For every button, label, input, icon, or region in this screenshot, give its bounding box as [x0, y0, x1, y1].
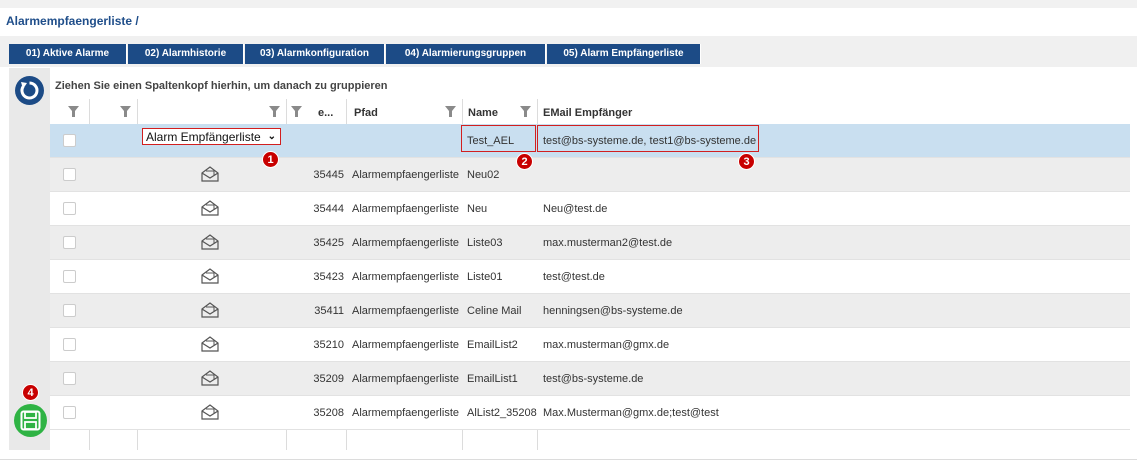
row-name: AlList2_35208 — [467, 407, 537, 419]
row-checkbox[interactable] — [63, 236, 76, 249]
tab-alarmkonfiguration[interactable]: 03) Alarmkonfiguration — [245, 44, 385, 64]
group-by-hint[interactable]: Ziehen Sie einen Spaltenkopf hierhin, um… — [55, 80, 388, 92]
row-email: max.musterman@gmx.de — [543, 339, 670, 351]
row-name: Neu02 — [467, 169, 500, 181]
row-path: Alarmempfaengerliste — [352, 305, 459, 317]
envelope-icon[interactable] — [200, 267, 220, 285]
tab-alarm-empfaengerliste[interactable]: 05) Alarm Empfängerliste — [547, 44, 701, 64]
row-id: 35411 — [314, 305, 344, 317]
table-row[interactable]: 35425 Alarmempfaengerliste Liste03 max.m… — [50, 226, 1130, 260]
filter-icon[interactable] — [291, 106, 302, 117]
row-checkbox[interactable] — [63, 304, 76, 317]
row-path: Alarmempfaengerliste — [352, 407, 459, 419]
row-name: EmailList2 — [467, 339, 518, 351]
row-email: max.musterman2@test.de — [543, 237, 673, 249]
filter-icon[interactable] — [120, 106, 131, 117]
refresh-icon — [20, 81, 39, 100]
annotation-badge-4: 4 — [22, 384, 39, 401]
row-checkbox[interactable] — [63, 168, 76, 181]
row-name: EmailList1 — [467, 373, 518, 385]
filter-icon[interactable] — [269, 106, 280, 117]
highlight-email — [537, 125, 759, 152]
table-row[interactable]: 35445 Alarmempfaengerliste Neu02 — [50, 158, 1130, 192]
row-path: Alarmempfaengerliste — [352, 339, 459, 351]
envelope-icon[interactable] — [200, 369, 220, 387]
table-row[interactable]: 35411 Alarmempfaengerliste Celine Mail h… — [50, 294, 1130, 328]
row-name: Neu — [467, 203, 488, 215]
save-button[interactable] — [14, 404, 47, 437]
row-id: 35444 — [313, 203, 344, 215]
highlight-name — [461, 125, 536, 152]
envelope-icon[interactable] — [200, 403, 220, 421]
row-email: test@test.de — [543, 271, 605, 283]
column-header-path[interactable]: Pfad — [354, 107, 378, 119]
row-checkbox[interactable] — [63, 338, 76, 351]
table-row[interactable]: 35208 Alarmempfaengerliste AlList2_35208… — [50, 396, 1130, 430]
column-header-name[interactable]: Name — [468, 107, 498, 119]
filter-icon[interactable] — [520, 106, 531, 117]
chevron-down-icon: ⌄ — [267, 131, 276, 142]
table-row[interactable]: 35209 Alarmempfaengerliste EmailList1 te… — [50, 362, 1130, 396]
row-checkbox[interactable] — [63, 270, 76, 283]
breadcrumb[interactable]: Alarmempfaengerliste / — [6, 14, 139, 28]
column-header-id[interactable]: e... — [318, 107, 333, 119]
row-checkbox[interactable] — [63, 202, 76, 215]
envelope-icon[interactable] — [200, 199, 220, 217]
tab-aktive-alarme[interactable]: 01) Aktive Alarme — [9, 44, 127, 64]
envelope-icon[interactable] — [200, 335, 220, 353]
envelope-icon[interactable] — [200, 233, 220, 251]
row-email: Max.Musterman@gmx.de;test@test — [543, 407, 719, 419]
refresh-button[interactable] — [15, 76, 44, 105]
row-path: Alarmempfaengerliste — [352, 271, 459, 283]
row-path: Alarmempfaengerliste — [352, 169, 459, 181]
row-path: Alarmempfaengerliste — [352, 237, 459, 249]
tab-alarmhistorie[interactable]: 02) Alarmhistorie — [128, 44, 244, 64]
tab-alarmierungsgruppen[interactable]: 04) Alarmierungsgruppen — [386, 44, 546, 64]
top-strip — [0, 0, 1137, 8]
table-row[interactable]: 35210 Alarmempfaengerliste EmailList2 ma… — [50, 328, 1130, 362]
row-email: henningsen@bs-systeme.de — [543, 305, 683, 317]
row-id: 35208 — [313, 407, 344, 419]
filter-icon[interactable] — [68, 106, 79, 117]
type-select-value: Alarm Empfängerliste — [146, 130, 261, 144]
annotation-badge-2: 2 — [516, 153, 533, 170]
table-row[interactable]: 35423 Alarmempfaengerliste Liste01 test@… — [50, 260, 1130, 294]
bottom-divider — [0, 459, 1137, 460]
row-id: 35423 — [313, 271, 344, 283]
row-id: 35209 — [313, 373, 344, 385]
row-email: test@bs-systeme.de — [543, 373, 644, 385]
row-name: Liste01 — [467, 271, 503, 283]
filter-icon[interactable] — [445, 106, 456, 117]
row-path: Alarmempfaengerliste — [352, 203, 459, 215]
row-path: Alarmempfaengerliste — [352, 373, 459, 385]
envelope-icon[interactable] — [200, 301, 220, 319]
annotation-badge-3: 3 — [738, 153, 755, 170]
envelope-icon[interactable] — [200, 165, 220, 183]
column-header-email[interactable]: EMail Empfänger — [543, 107, 632, 119]
row-id: 35210 — [313, 339, 344, 351]
row-id: 35445 — [313, 169, 344, 181]
table-row[interactable]: 35444 Alarmempfaengerliste Neu Neu@test.… — [50, 192, 1130, 226]
annotation-badge-1: 1 — [262, 151, 279, 168]
row-name: Liste03 — [467, 237, 503, 249]
row-id: 35425 — [313, 237, 344, 249]
row-checkbox[interactable] — [63, 134, 76, 147]
row-checkbox[interactable] — [63, 406, 76, 419]
row-email: Neu@test.de — [543, 203, 608, 215]
row-checkbox[interactable] — [63, 372, 76, 385]
type-select[interactable]: Alarm Empfängerliste ⌄ — [142, 128, 281, 145]
row-name: Celine Mail — [467, 305, 522, 317]
save-icon — [20, 410, 41, 431]
